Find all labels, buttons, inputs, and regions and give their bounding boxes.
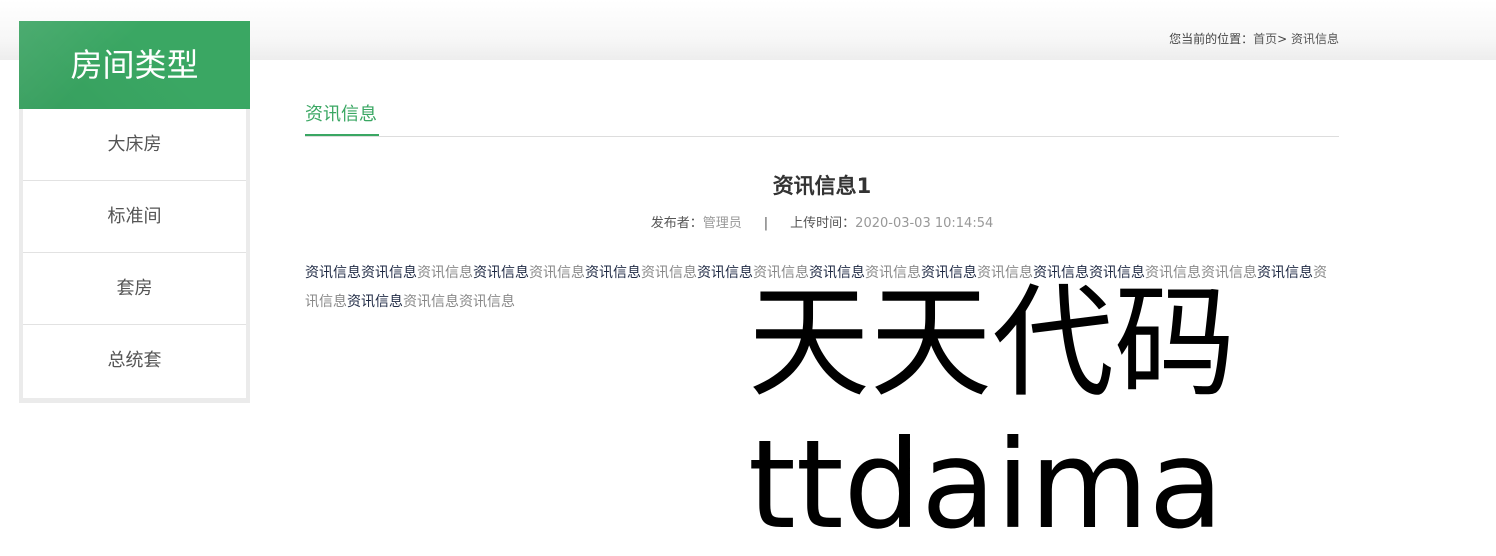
article-meta: 发布者：管理员 | 上传时间：2020-03-03 10:14:54 — [305, 212, 1339, 231]
breadcrumb-home-link[interactable]: 首页 — [1253, 32, 1277, 46]
article-body-segment: 资讯信息 — [417, 265, 473, 281]
article-title: 资讯信息1 — [772, 174, 872, 198]
article-body-segment: 资讯信息 — [585, 265, 641, 281]
article-body-segment: 资讯信息 — [473, 265, 529, 281]
upload-time-label: 上传时间： — [790, 216, 856, 231]
section-title-bar: 资讯信息 — [305, 100, 1339, 137]
watermark-text: 天天代码 — [748, 272, 1236, 414]
upload-time: 2020-03-03 10:14:54 — [855, 216, 994, 231]
sidebar-item-king-room[interactable]: 大床房 — [23, 109, 246, 181]
breadcrumb: 您当前的位置：首页> 资讯信息 — [1169, 30, 1339, 47]
sidebar-list: 大床房 标准间 套房 总统套 — [23, 109, 246, 398]
sidebar-item-standard-room[interactable]: 标准间 — [23, 181, 246, 253]
article-body-segment: 资讯信息 — [361, 265, 417, 281]
breadcrumb-prefix: 您当前的位置： — [1169, 32, 1254, 46]
sidebar-item-presidential-suite[interactable]: 总统套 — [23, 325, 246, 396]
publisher-name: 管理员 — [702, 216, 742, 231]
article-body-segment: 资讯信息 — [403, 294, 459, 310]
article-body-segment: 资讯信息 — [459, 294, 515, 310]
publisher-label: 发布者： — [650, 216, 703, 231]
breadcrumb-arrow: > — [1277, 32, 1288, 46]
sidebar: 房间类型 大床房 标准间 套房 总统套 — [19, 21, 250, 403]
article-body-segment: 资讯信息 — [305, 265, 361, 281]
breadcrumb-current[interactable]: 资讯信息 — [1291, 32, 1339, 46]
sidebar-item-suite[interactable]: 套房 — [23, 253, 246, 325]
article-body-segment: 资讯信息 — [697, 265, 753, 281]
sidebar-title: 房间类型 — [19, 21, 250, 109]
section-title: 资讯信息 — [305, 100, 379, 136]
article-body-segment: 资讯信息 — [641, 265, 697, 281]
watermark-text-latin: ttdaima — [748, 414, 1224, 556]
article-body-segment: 资讯信息 — [529, 265, 585, 281]
meta-separator: | — [763, 216, 769, 231]
article-body-segment: 资讯信息 — [347, 294, 403, 310]
article-body-segment: 资讯信息 — [1257, 265, 1313, 281]
